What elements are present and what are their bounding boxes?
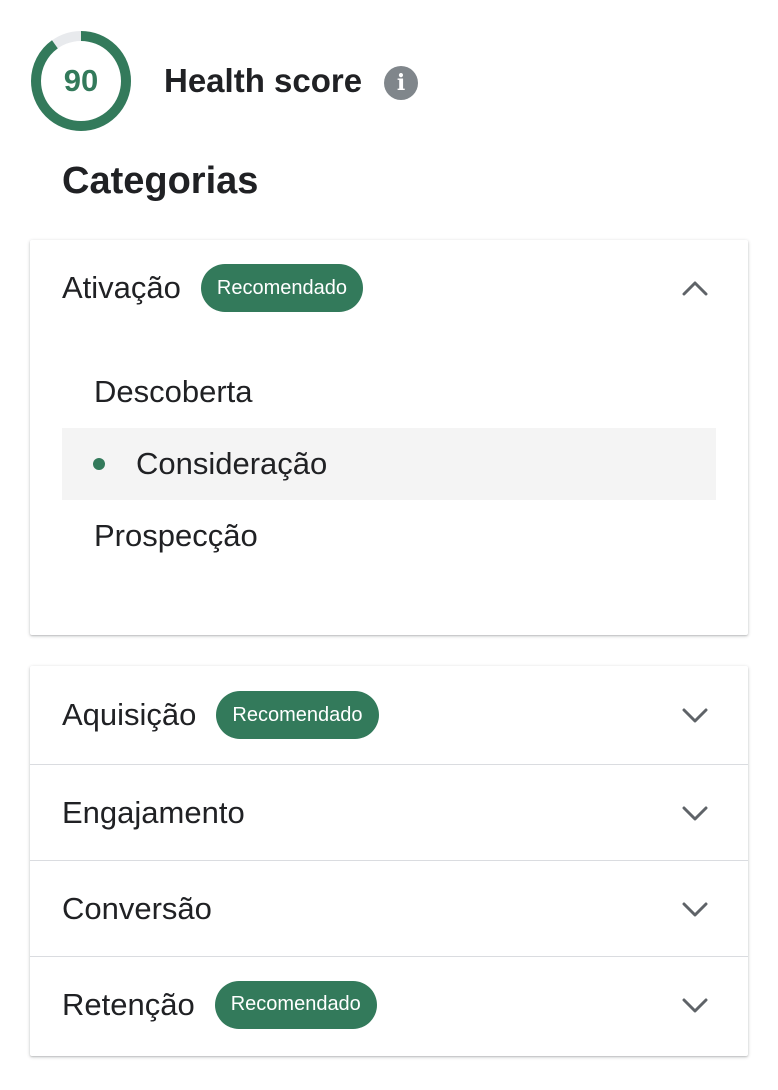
category-header-ativacao[interactable]: Ativação Recomendado xyxy=(30,240,748,336)
category-row-conversao[interactable]: Conversão xyxy=(30,860,748,956)
chevron-down-icon[interactable] xyxy=(682,702,708,728)
health-score-page: 90 Health score i Categorias Ativação Re… xyxy=(0,0,778,1090)
health-score-header: 90 Health score i xyxy=(30,30,419,132)
subcategory-item-descoberta[interactable]: Descoberta xyxy=(30,356,748,428)
chevron-down-icon[interactable] xyxy=(682,800,708,826)
selected-dot-icon xyxy=(93,458,105,470)
category-row-engajamento[interactable]: Engajamento xyxy=(30,764,748,860)
subcategory-item-prospeccao[interactable]: Prospecção xyxy=(30,500,748,572)
category-row-retencao[interactable]: Retenção Recomendado xyxy=(30,956,748,1052)
subcategory-label: Prospecção xyxy=(94,518,258,553)
info-icon[interactable]: i xyxy=(384,66,419,100)
recommended-badge: Recomendado xyxy=(200,264,363,312)
category-label: Ativação xyxy=(62,270,181,305)
category-label: Retenção xyxy=(62,986,195,1022)
health-score-gauge: 90 xyxy=(30,30,132,132)
category-list-card: Aquisição Recomendado Engajamento Conver… xyxy=(30,666,748,1056)
category-label: Aquisição xyxy=(62,697,197,732)
subcategory-item-consideracao[interactable]: Consideração xyxy=(62,428,716,500)
subcategory-list: Descoberta Consideração Prospecção xyxy=(30,356,748,572)
recommended-badge: Recomendado xyxy=(216,691,379,739)
chevron-up-icon[interactable] xyxy=(682,275,708,301)
category-label: Conversão xyxy=(62,890,212,926)
category-label: Engajamento xyxy=(62,794,245,830)
health-score-value: 90 xyxy=(63,63,99,98)
health-score-title: Health score xyxy=(164,62,363,99)
chevron-down-icon[interactable] xyxy=(682,992,708,1018)
section-title: Categorias xyxy=(62,160,259,202)
chevron-down-icon[interactable] xyxy=(682,896,708,922)
category-card-expanded: Ativação Recomendado Descoberta Consider… xyxy=(30,240,748,635)
subcategory-label: Consideração xyxy=(136,446,328,481)
category-row-aquisicao[interactable]: Aquisição Recomendado xyxy=(30,666,748,764)
recommended-badge: Recomendado xyxy=(214,980,377,1029)
subcategory-label: Descoberta xyxy=(94,374,253,409)
